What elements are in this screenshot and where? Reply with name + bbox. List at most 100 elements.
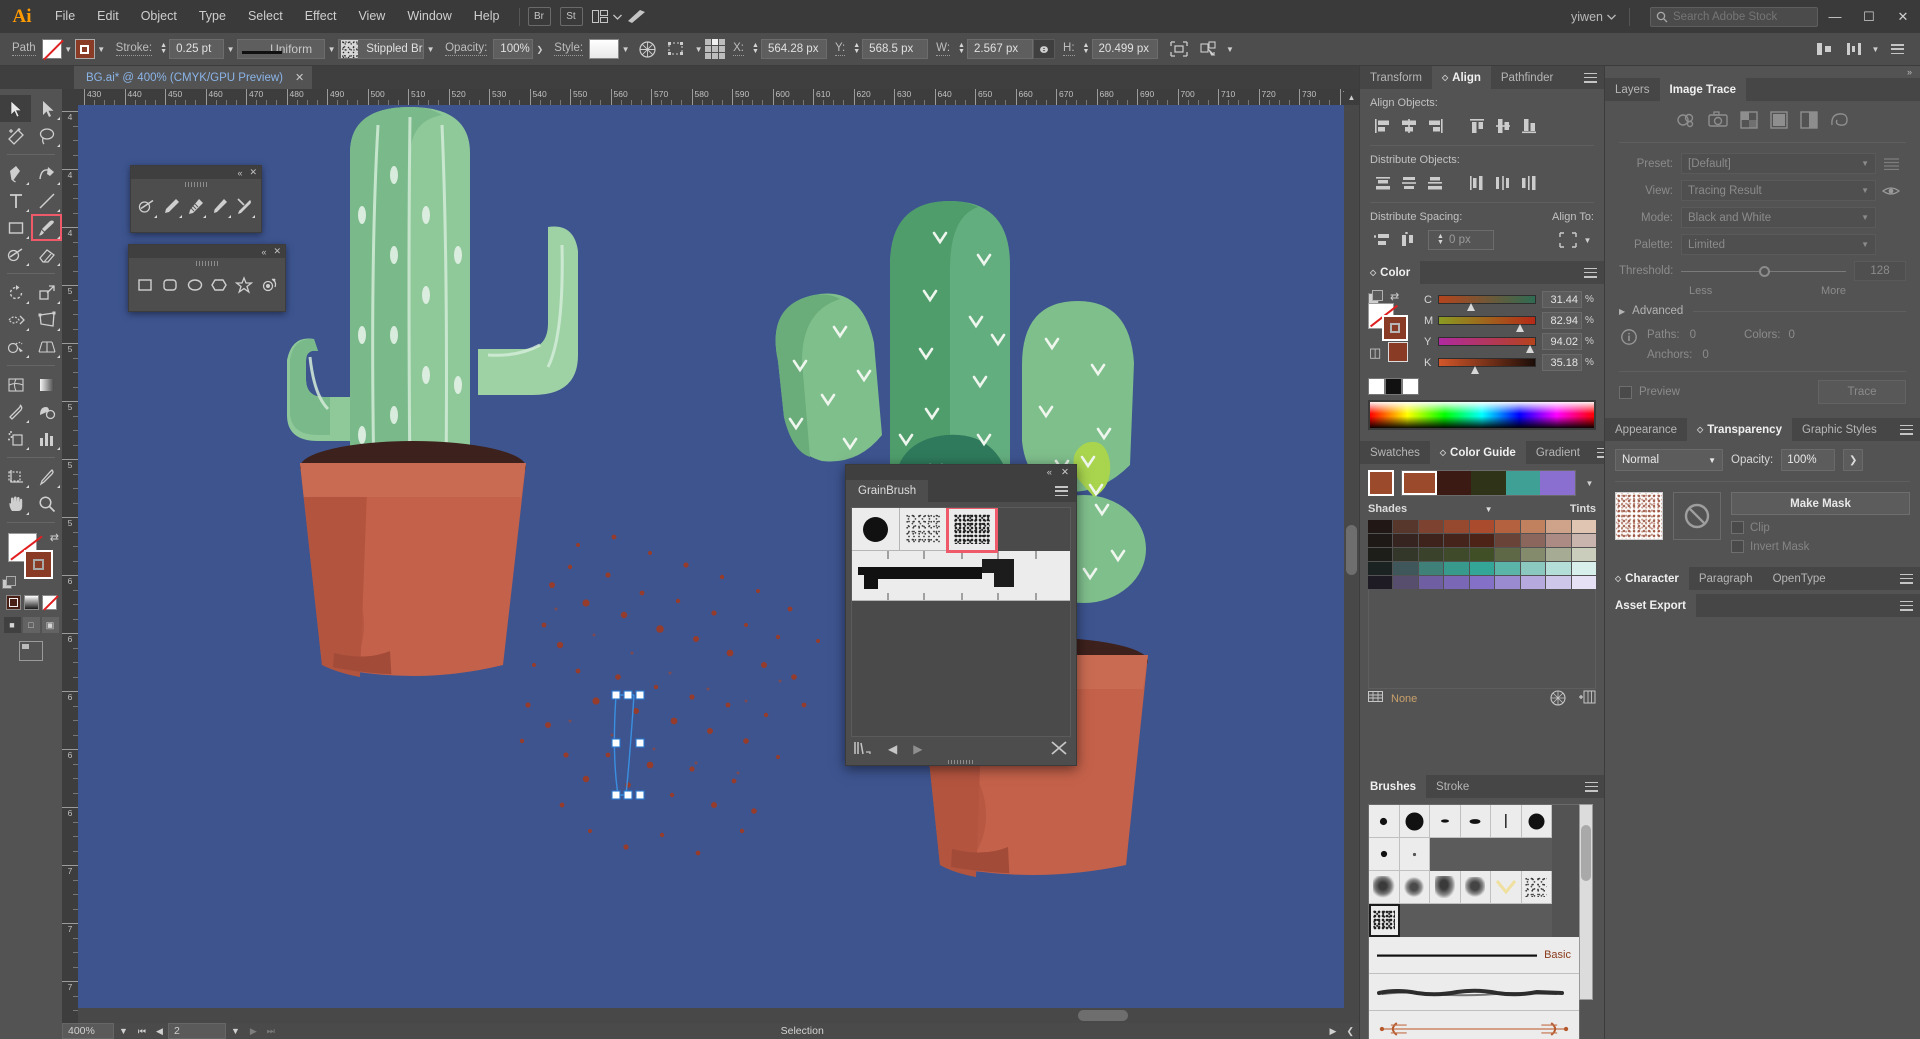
threshold-value[interactable]: 128 [1854, 261, 1906, 281]
tab-transparency[interactable]: ◇ Transparency [1687, 418, 1792, 441]
asset-export-menu-icon[interactable] [1893, 594, 1920, 617]
style-chevron-icon[interactable]: ▼ [619, 39, 632, 59]
white-swatch[interactable] [1402, 378, 1419, 395]
column-graph-tool[interactable] [31, 425, 62, 452]
magenta-track[interactable] [1438, 316, 1536, 332]
artboard-number-field[interactable]: 2 [167, 1023, 226, 1039]
symbol-sprayer-tool[interactable] [0, 425, 31, 452]
brush-swatch[interactable] [1460, 805, 1491, 838]
hand-tool[interactable] [0, 490, 31, 517]
line-segment-tool[interactable] [31, 187, 62, 214]
brush-definition-select[interactable]: Stippled Br... [338, 39, 425, 59]
stroke-weight-chevron-icon[interactable]: ▼ [224, 39, 237, 59]
distribute-panel-icon[interactable] [1841, 38, 1867, 60]
black-value[interactable]: 35.18 [1542, 354, 1582, 371]
artboard-canvas[interactable] [78, 105, 1359, 1023]
none-swatch[interactable] [1368, 378, 1385, 395]
status-resize-icon[interactable]: ❮ [1341, 1023, 1359, 1039]
grainbrush-collapse-icon[interactable]: « [1047, 467, 1052, 478]
perspective-grid-tool[interactable] [31, 333, 62, 360]
slice-tool[interactable] [31, 463, 62, 490]
palette-grip[interactable] [131, 179, 261, 190]
grainbrush-menu-icon[interactable] [1055, 480, 1076, 502]
flare-tool[interactable] [256, 271, 281, 299]
h-field[interactable]: 20.499 px [1091, 39, 1158, 59]
selection-tool[interactable] [0, 95, 31, 122]
smooth-tool[interactable] [184, 192, 208, 220]
blend-mode-select[interactable]: Normal ▼ [1615, 449, 1723, 471]
palette-collapse-icon[interactable]: « [261, 247, 266, 257]
tab-character[interactable]: ◇ Character [1605, 567, 1689, 590]
black-swatch[interactable] [1385, 378, 1402, 395]
auto-color-icon[interactable] [1676, 111, 1696, 132]
palette-grip[interactable] [129, 258, 285, 269]
brushes-list[interactable]: Basic [1368, 804, 1580, 1039]
clip-checkbox[interactable] [1731, 521, 1744, 534]
paintbrush-tool[interactable] [31, 214, 62, 241]
document-tab[interactable]: BG.ai* @ 400% (CMYK/GPU Preview) ✕ [74, 66, 313, 89]
tab-gradient[interactable]: Gradient [1525, 441, 1590, 464]
color-cube-icon[interactable]: ◫ [1369, 345, 1381, 361]
zoom-chevron-icon[interactable]: ▼ [114, 1023, 133, 1039]
shape-tools-palette[interactable]: « ✕ [128, 244, 286, 312]
fill-chevron-icon[interactable]: ▼ [62, 39, 75, 59]
trace-button[interactable]: Trace [1818, 380, 1906, 404]
rectangle-tool[interactable] [0, 214, 31, 241]
previous-library-icon[interactable]: ◀ [888, 742, 897, 756]
library-menu-icon[interactable] [854, 741, 872, 758]
brush-arrow-row[interactable] [1369, 1011, 1579, 1039]
harmony-swatch[interactable] [1471, 471, 1506, 495]
horizontal-ruler[interactable]: 430 440 450 460 470 480 490 500 510 520 530 540 550 5… [62, 89, 1359, 105]
stroke-profile-chevron-icon[interactable]: ▼ [325, 39, 338, 59]
high-color-icon[interactable] [1707, 111, 1728, 132]
select-similar-icon[interactable] [664, 38, 690, 60]
tab-opentype[interactable]: OpenType [1762, 567, 1836, 590]
save-to-swatches-icon[interactable] [1578, 690, 1596, 709]
workspace-switcher-icon[interactable] [627, 9, 646, 24]
tab-graphic-styles[interactable]: Graphic Styles [1791, 418, 1887, 441]
type-tool[interactable] [0, 187, 31, 214]
scale-tool[interactable] [31, 279, 62, 306]
rectangle-tool[interactable] [133, 271, 158, 299]
shaper-tool[interactable] [0, 241, 31, 268]
tab-image-trace[interactable]: Image Trace [1659, 78, 1747, 101]
brush-swatch-light-spray[interactable] [900, 508, 948, 551]
shades-tints-grid[interactable] [1368, 520, 1596, 589]
lasso-tool[interactable] [31, 122, 62, 149]
dock-expand-icon[interactable]: » [1605, 66, 1920, 78]
brush-swatch[interactable] [1399, 805, 1430, 838]
harmony-swatch[interactable] [1505, 471, 1541, 495]
horizontal-distribute-space-button[interactable] [1396, 229, 1422, 251]
rotate-tool[interactable] [0, 279, 31, 306]
harmony-swatch[interactable] [1540, 471, 1575, 495]
pencil-tool[interactable] [159, 192, 183, 220]
control-bar-menu-icon[interactable] [1884, 38, 1910, 60]
free-transform-tool[interactable] [31, 306, 62, 333]
view-select[interactable]: Tracing Result ▼ [1681, 180, 1876, 201]
x-field[interactable]: 564.28 px [760, 39, 827, 59]
brush-swatch-charcoal[interactable] [1369, 871, 1400, 904]
curvature-tool[interactable] [31, 160, 62, 187]
character-menu-icon[interactable] [1893, 567, 1920, 590]
tab-asset-export[interactable]: Asset Export [1605, 594, 1696, 617]
draw-inside-button[interactable]: ▣ [41, 617, 59, 633]
menu-help[interactable]: Help [463, 0, 511, 33]
brush-swatch[interactable] [1399, 838, 1430, 871]
brushes-menu-icon[interactable] [1578, 775, 1605, 798]
spacing-stepper[interactable]: ▲ ▼ [1435, 230, 1446, 250]
black-track[interactable] [1438, 358, 1536, 374]
harmony-swatch[interactable] [1436, 471, 1472, 495]
join-tool[interactable] [233, 192, 257, 220]
pen-tool[interactable] [0, 160, 31, 187]
tab-paragraph[interactable]: Paragraph [1688, 567, 1763, 590]
brush-swatch[interactable] [1369, 805, 1400, 838]
view-eye-icon[interactable] [1876, 185, 1906, 197]
brush-swatch-ink[interactable] [1460, 871, 1491, 904]
shape-builder-tool[interactable] [0, 333, 31, 360]
menu-effect[interactable]: Effect [294, 0, 348, 33]
fill-swatch[interactable] [41, 39, 62, 59]
minimize-button[interactable]: — [1818, 0, 1852, 33]
artboard-chevron-icon[interactable]: ▼ [226, 1023, 245, 1039]
stroke-weight-field[interactable]: 0.25 pt [169, 39, 225, 59]
bridge-button[interactable]: Br [527, 7, 551, 26]
